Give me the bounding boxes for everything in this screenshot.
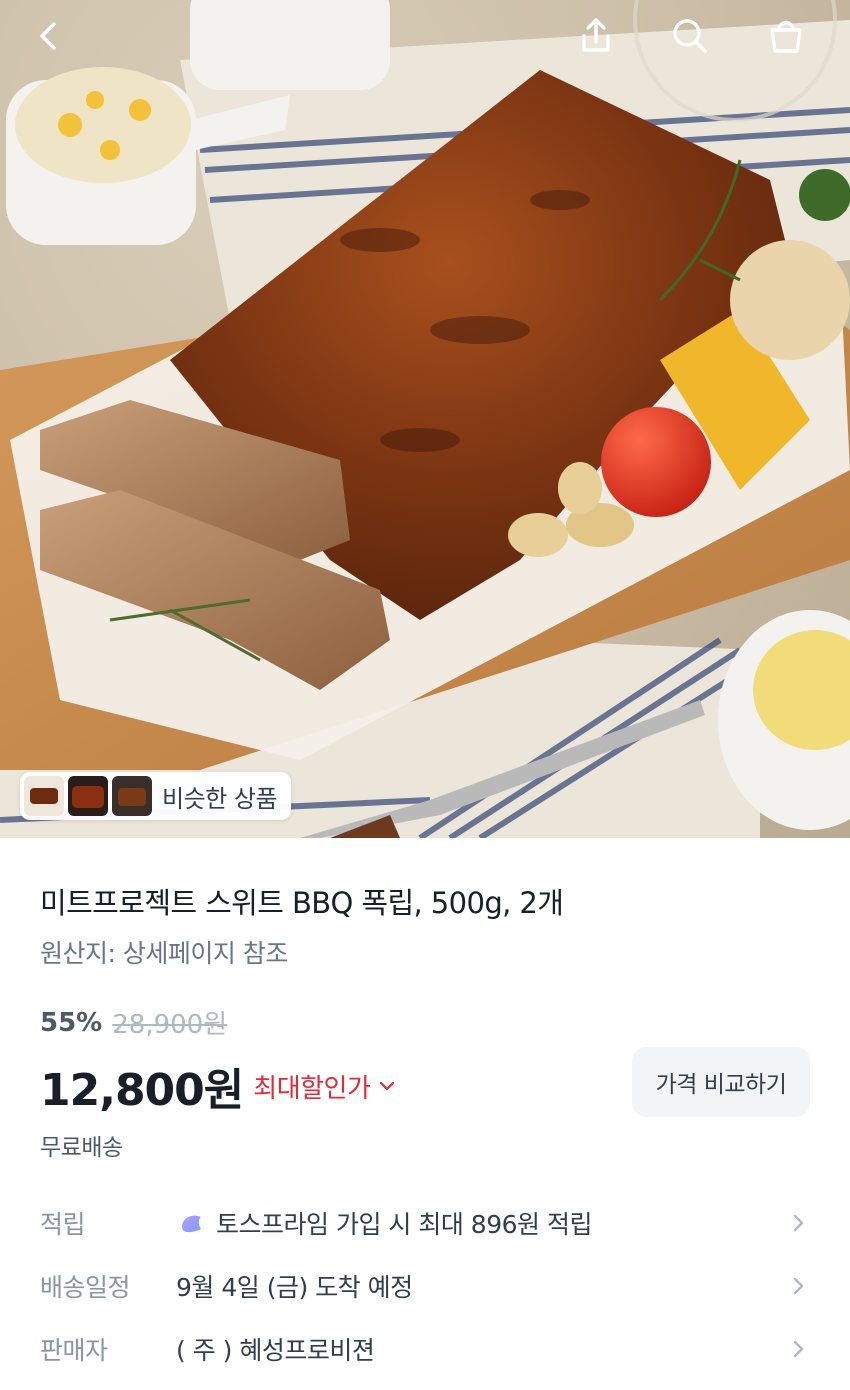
product-origin: 원산지: 상세페이지 참조 bbox=[40, 939, 288, 968]
points-label: 적립 bbox=[40, 1210, 86, 1239]
sale-price: 12,800원 bbox=[40, 1065, 244, 1116]
similar-thumb-2 bbox=[68, 776, 108, 816]
cart-button[interactable] bbox=[758, 8, 814, 64]
points-value: 토스프라임 가입 시 최대 896원 적립 bbox=[216, 1210, 592, 1239]
search-icon bbox=[673, 19, 707, 53]
price-compare-button[interactable]: 가격 비교하기 bbox=[632, 1047, 810, 1117]
max-discount-label: 최대할인가 bbox=[253, 1073, 371, 1104]
info-row-points[interactable]: 적립 토스프라임 가입 시 최대 896원 적립 bbox=[40, 1198, 810, 1248]
share-button[interactable] bbox=[568, 8, 624, 64]
info-row-seller[interactable]: 판매자 ( 주 ) 혜성프로비젼 bbox=[40, 1324, 810, 1374]
discount-row: 55% 28,900원 bbox=[40, 1004, 227, 1041]
back-button[interactable] bbox=[22, 8, 78, 64]
cart-icon bbox=[770, 20, 802, 53]
delivery-value: 9월 4일 (금) 도착 예정 bbox=[176, 1273, 413, 1302]
max-discount-dropdown[interactable]: 최대할인가 bbox=[253, 1068, 396, 1105]
similar-products-chip[interactable]: 비슷한 상품 bbox=[20, 772, 292, 820]
seller-value: ( 주 ) 혜성프로비젼 bbox=[176, 1336, 375, 1365]
chevron-right-icon bbox=[793, 1214, 804, 1232]
ribs-photo bbox=[0, 0, 850, 838]
free-shipping-label: 무료배송 bbox=[40, 1135, 123, 1161]
info-row-delivery[interactable]: 배송일정 9월 4일 (금) 도착 예정 bbox=[40, 1261, 810, 1311]
product-image[interactable]: 비슷한 상품 bbox=[0, 0, 850, 838]
similar-thumb-1 bbox=[24, 776, 64, 816]
chevron-down-icon bbox=[380, 1081, 395, 1091]
seller-label: 판매자 bbox=[40, 1336, 108, 1365]
share-icon bbox=[582, 18, 610, 52]
discount-percent: 55% bbox=[40, 1007, 103, 1038]
similar-thumb-3 bbox=[112, 776, 152, 816]
product-title: 미트프로젝트 스위트 BBQ 폭립, 500g, 2개 bbox=[40, 886, 564, 920]
toss-prime-icon bbox=[182, 1215, 201, 1233]
search-button[interactable] bbox=[662, 8, 718, 64]
original-price: 28,900원 bbox=[112, 1010, 228, 1040]
back-icon bbox=[40, 22, 56, 50]
chevron-right-icon bbox=[793, 1277, 804, 1295]
similar-products-label: 비슷한 상품 bbox=[162, 784, 278, 813]
delivery-label: 배송일정 bbox=[40, 1273, 131, 1302]
price-row: 12,800원 최대할인가 bbox=[40, 1054, 396, 1118]
chevron-right-icon bbox=[793, 1340, 804, 1358]
